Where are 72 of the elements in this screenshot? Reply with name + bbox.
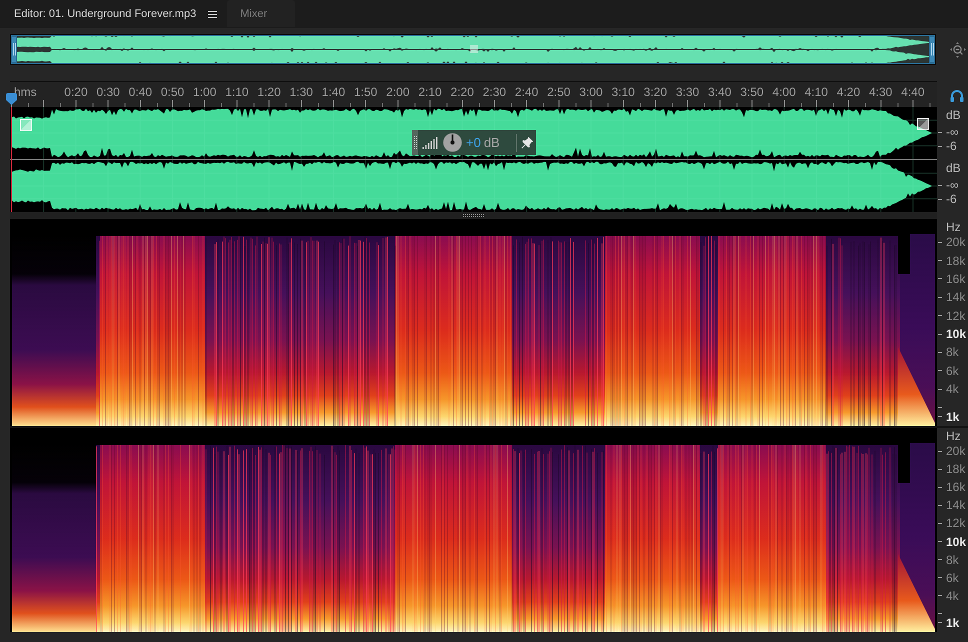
time-label: 1:30 (290, 86, 313, 99)
time-label: 2:40 (514, 86, 538, 99)
volume-unit: dB (484, 136, 500, 150)
headphones-icon[interactable] (950, 89, 964, 102)
frequency-label: 12k (946, 517, 966, 530)
time-label: 1:50 (354, 86, 378, 99)
time-label: 0:20 (64, 86, 88, 99)
db-scale-label: -∞ (946, 126, 959, 138)
frequency-label: 18k (946, 463, 966, 476)
time-label: 4:00 (772, 86, 796, 99)
frequency-label: 1k (946, 410, 960, 423)
time-label: 2:50 (547, 86, 570, 99)
time-label: 0:50 (160, 86, 184, 99)
grip-icon[interactable] (470, 45, 478, 53)
fade-out-handle[interactable] (917, 118, 929, 130)
range-handle[interactable] (11, 36, 17, 63)
time-label: 3:40 (708, 86, 732, 99)
time-label: 3:00 (579, 86, 603, 99)
frequency-label: 10k (946, 536, 966, 548)
time-label: 0:30 (96, 86, 120, 99)
frequency-label: 10k (946, 328, 966, 340)
hz-unit-label: Hz (946, 221, 961, 233)
time-label: 4:30 (868, 86, 892, 99)
grip-icon[interactable] (412, 130, 418, 155)
db-scale-label: -∞ (946, 179, 959, 191)
time-label: 2:20 (450, 86, 474, 99)
frequency-label: 8k (946, 346, 959, 358)
frequency-label: 14k (946, 499, 966, 512)
frequency-label: 16k (946, 272, 966, 285)
time-label: 3:30 (676, 86, 700, 99)
time-label: 0:40 (128, 86, 152, 99)
frequency-label: 16k (946, 481, 966, 494)
db-scale-label: -6 (946, 140, 957, 152)
frequency-label: 6k (946, 572, 959, 584)
frequency-label: 12k (946, 310, 966, 322)
panel-tab[interactable]: Mixer (227, 0, 296, 27)
frequency-label: 20k (946, 236, 966, 248)
time-label: 2:00 (386, 86, 410, 99)
range-handle[interactable] (929, 36, 935, 63)
frequency-label: 6k (946, 364, 959, 377)
db-unit-label: dB (946, 162, 961, 174)
db-scale-label: -6 (946, 193, 957, 205)
volume-bars-icon (422, 136, 438, 148)
time-label: 4:10 (804, 86, 828, 99)
frequency-label: 4k (946, 383, 959, 396)
time-label: 3:50 (740, 86, 764, 99)
time-label: 1:00 (193, 86, 216, 99)
time-format-label: hms (14, 86, 37, 99)
hz-unit-label: Hz (946, 430, 961, 442)
time-label: 4:20 (836, 86, 860, 99)
pin-icon[interactable] (521, 136, 533, 148)
db-unit-label: dB (946, 109, 961, 121)
frequency-label: 1k (946, 616, 960, 629)
time-label: 2:10 (418, 86, 442, 99)
time-label: 1:10 (225, 86, 249, 99)
fade-in-handle[interactable] (20, 119, 32, 131)
frequency-label: 8k (946, 554, 959, 566)
frequency-label: 20k (946, 445, 966, 458)
time-label: 3:10 (611, 86, 635, 99)
frequency-label: 18k (946, 254, 966, 267)
panel-tab[interactable]: Editor: 01. Underground Forever.mp3 (0, 0, 226, 28)
time-label: 1:20 (257, 86, 281, 99)
time-label: 2:30 (482, 86, 506, 99)
frequency-label: 4k (946, 590, 959, 602)
volume-knob[interactable] (443, 133, 462, 152)
time-label: 3:20 (644, 86, 668, 99)
volume-value[interactable]: +0 (466, 136, 481, 150)
frequency-label: 14k (946, 291, 966, 304)
menu-icon[interactable] (208, 10, 218, 18)
time-label: 1:40 (322, 86, 346, 99)
time-label: 4:40 (901, 86, 925, 99)
zoom-out-icon[interactable] (950, 42, 966, 58)
